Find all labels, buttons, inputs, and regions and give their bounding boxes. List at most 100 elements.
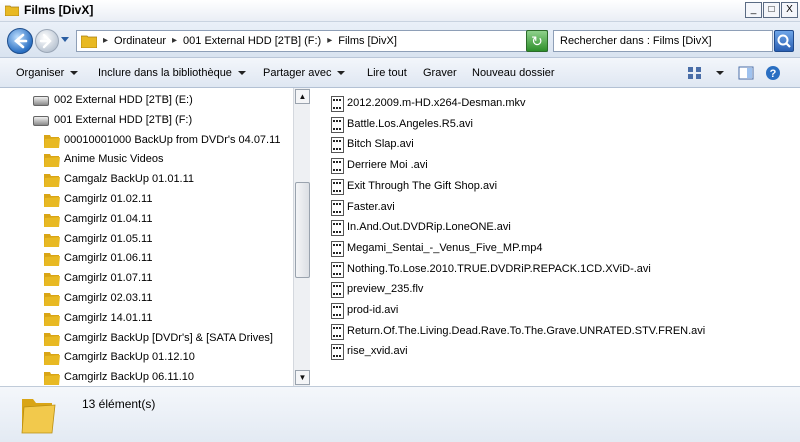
new-folder-button[interactable]: Nouveau dossier xyxy=(472,67,555,79)
share-label: Partager avec xyxy=(263,67,332,79)
play-all-button[interactable]: Lire tout xyxy=(367,67,407,79)
view-options-icon[interactable] xyxy=(687,65,703,81)
item-count: 13 élément(s) xyxy=(82,397,156,411)
breadcrumb-separator[interactable]: ▸ xyxy=(172,35,177,47)
nav-item-folder[interactable]: Camgirlz 01.05.11 xyxy=(0,230,292,250)
file-name: Battle.Los.Angeles.R5.avi xyxy=(347,117,473,130)
nav-item-label: Camgirlz BackUp 01.12.10 xyxy=(64,351,195,364)
nav-item-folder[interactable]: Camgirlz 01.06.11 xyxy=(0,249,292,269)
folder-icon xyxy=(44,154,60,168)
maximize-button[interactable]: □ xyxy=(763,2,780,18)
video-file-icon xyxy=(331,323,344,340)
nav-item-label: Camgirlz 01.06.11 xyxy=(64,252,153,265)
video-file-icon xyxy=(331,96,344,112)
nav-item-label: Camgirlz 01.05.11 xyxy=(64,232,153,245)
breadcrumb-folder[interactable]: Films [DivX] xyxy=(338,35,397,47)
recent-pages-dropdown[interactable] xyxy=(61,37,69,42)
close-button[interactable]: X xyxy=(781,2,798,18)
file-name: Nothing.To.Lose.2010.TRUE.DVDRiP.REPACK.… xyxy=(347,262,651,275)
file-name: 2012.2009.m-HD.x264-Desman.mkv xyxy=(347,97,526,109)
burn-button[interactable]: Graver xyxy=(423,67,457,79)
folder-icon xyxy=(44,372,60,386)
nav-item-folder[interactable]: Camgirlz 01.04.11 xyxy=(0,210,292,230)
video-file-icon xyxy=(331,116,344,133)
search-placeholder: Rechercher dans : Films [DivX] xyxy=(560,35,712,47)
file-name: Bitch Slap.avi xyxy=(347,138,414,151)
nav-item-folder[interactable]: 00010001000 BackUp from DVDr's 04.07.11 xyxy=(0,131,292,151)
chevron-down-icon xyxy=(70,71,79,76)
folder-icon xyxy=(44,273,60,287)
nav-item-label: Camgirlz 14.01.11 xyxy=(64,311,153,324)
folder-icon xyxy=(44,312,60,326)
svg-text:?: ? xyxy=(770,68,777,80)
window-title: Films [DivX] xyxy=(24,3,94,17)
preview-pane-icon[interactable] xyxy=(738,65,754,81)
nav-scrollbar[interactable]: ▲ ▼ xyxy=(293,88,310,386)
help-icon[interactable]: ? xyxy=(765,65,781,81)
nav-item-folder[interactable]: Camgirlz 01.07.11 xyxy=(0,269,292,289)
details-pane: 13 élément(s) xyxy=(0,386,800,442)
nav-item-label: Camgirlz 01.04.11 xyxy=(64,212,153,225)
minimize-button[interactable]: _ xyxy=(745,2,762,18)
title-bar: Films [DivX] _ □ X xyxy=(0,0,800,22)
forward-button[interactable] xyxy=(35,29,59,53)
nav-item-drive[interactable]: 002 External HDD [2TB] (E:) xyxy=(0,91,292,111)
video-file-icon xyxy=(331,303,344,319)
nav-item-label: Camgirlz 01.07.11 xyxy=(64,272,153,285)
address-bar[interactable]: ▸ Ordinateur ▸ 001 External HDD [2TB] (F… xyxy=(76,30,548,52)
folder-icon xyxy=(44,332,60,346)
nav-item-label: Anime Music Videos xyxy=(64,153,164,166)
view-dropdown[interactable] xyxy=(716,71,724,75)
breadcrumb-computer[interactable]: Ordinateur xyxy=(114,35,166,47)
breadcrumb: ▸ Ordinateur ▸ 001 External HDD [2TB] (F… xyxy=(103,35,397,47)
back-button[interactable] xyxy=(7,28,33,54)
nav-item-folder[interactable]: Camgirlz BackUp 01.12.10 xyxy=(0,348,292,368)
folder-icon xyxy=(44,253,60,267)
video-file-icon xyxy=(331,344,344,361)
breadcrumb-separator[interactable]: ▸ xyxy=(103,35,108,47)
search-button[interactable] xyxy=(774,30,794,52)
folder-icon xyxy=(44,134,60,148)
folder-icon xyxy=(44,194,60,207)
video-file-icon xyxy=(331,240,344,257)
include-library-menu[interactable]: Inclure dans la bibliothèque xyxy=(98,67,246,79)
nav-item-folder[interactable]: Anime Music Videos xyxy=(0,150,292,170)
video-file-icon xyxy=(331,261,344,278)
video-file-icon xyxy=(331,220,344,237)
nav-item-label: 001 External HDD [2TB] (F:) xyxy=(54,113,193,126)
nav-item-label: 00010001000 BackUp from DVDr's 04.07.11 xyxy=(64,133,281,146)
folder-icon xyxy=(5,5,19,16)
folder-icon xyxy=(44,174,60,188)
scroll-down-button[interactable]: ▼ xyxy=(295,370,310,385)
nav-item-label: Camgalz BackUp 01.01.11 xyxy=(64,173,195,186)
folder-icon xyxy=(81,35,97,48)
nav-item-folder[interactable]: Camgirlz 02.03.11 xyxy=(0,289,292,309)
search-input[interactable]: Rechercher dans : Films [DivX] xyxy=(553,30,773,52)
folder-icon xyxy=(44,352,60,366)
address-row: ▸ Ordinateur ▸ 001 External HDD [2TB] (F… xyxy=(0,22,800,58)
file-name: Exit Through The Gift Shop.avi xyxy=(347,179,498,192)
folder-icon xyxy=(44,293,60,306)
refresh-button[interactable]: ↻ xyxy=(526,30,548,52)
nav-item-folder[interactable]: Camgirlz 01.02.11 xyxy=(0,190,292,210)
nav-item-folder[interactable]: Camgirlz 14.01.11 xyxy=(0,309,292,329)
drive-icon xyxy=(33,115,49,126)
nav-item-folder[interactable]: Camgalz BackUp 01.01.11 xyxy=(0,170,292,190)
file-name: preview_235.flv xyxy=(347,283,424,296)
breadcrumb-separator[interactable]: ▸ xyxy=(327,35,332,47)
arrow-right-icon xyxy=(39,33,52,49)
nav-item-drive[interactable]: 001 External HDD [2TB] (F:) xyxy=(0,111,292,131)
scroll-up-button[interactable]: ▲ xyxy=(295,89,310,104)
scroll-thumb[interactable] xyxy=(295,182,310,278)
organize-menu[interactable]: Organiser xyxy=(16,67,79,79)
nav-item-label: Camgirlz BackUp [DVDr's] & [SATA Drives] xyxy=(64,331,273,344)
nav-item-folder[interactable]: Camgirlz BackUp [DVDr's] & [SATA Drives] xyxy=(0,329,292,349)
arrow-left-icon xyxy=(14,33,28,49)
breadcrumb-drive[interactable]: 001 External HDD [2TB] (F:) xyxy=(183,35,321,47)
search-icon xyxy=(777,34,791,48)
nav-item-label: 002 External HDD [2TB] (E:) xyxy=(54,94,193,106)
nav-item-folder[interactable]: Camgirlz BackUp 06.11.10 xyxy=(0,368,292,386)
share-menu[interactable]: Partager avec xyxy=(263,67,346,79)
video-file-icon xyxy=(331,178,344,195)
folder-icon xyxy=(44,233,60,247)
